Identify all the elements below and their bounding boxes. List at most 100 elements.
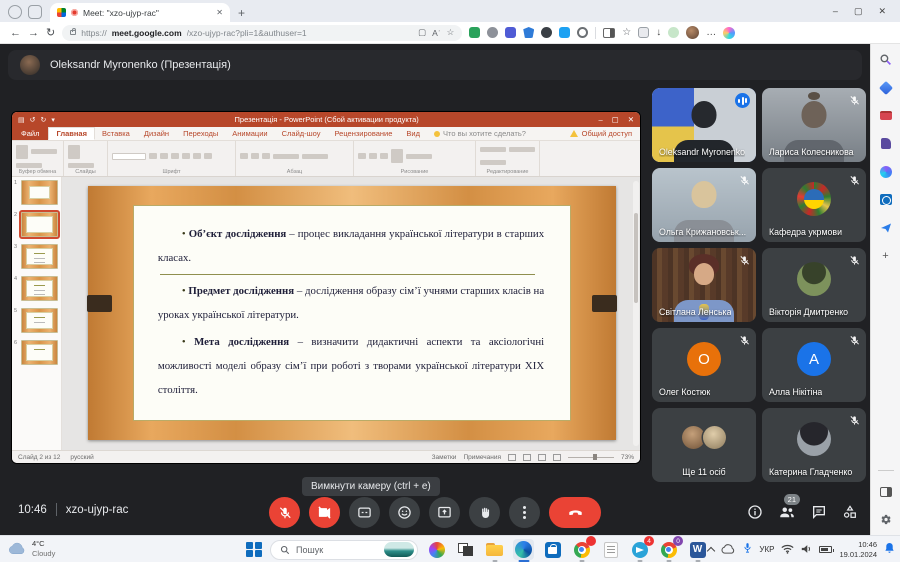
- sidebar-designer-icon[interactable]: [878, 164, 893, 179]
- maximize-button[interactable]: ▢: [854, 6, 863, 17]
- tab-close-icon[interactable]: ✕: [216, 8, 223, 17]
- slide-thumbnail-selected[interactable]: 2: [14, 212, 59, 237]
- downloads-icon[interactable]: ↓: [656, 27, 661, 38]
- ppt-tab-review[interactable]: Рецензирование: [328, 127, 400, 140]
- zoom-level[interactable]: 73%: [621, 454, 634, 461]
- photos-app-icon[interactable]: [426, 539, 447, 560]
- battery-icon[interactable]: [819, 546, 832, 553]
- participant-tile-kateryna[interactable]: Катерина Гладченко: [762, 408, 866, 482]
- participant-tile-oleksandr[interactable]: Oleksandr Myronenko: [652, 88, 756, 162]
- weather-widget[interactable]: 4°CCloudy: [8, 539, 55, 559]
- participant-tile-svitlana[interactable]: Світлана Ленська: [652, 248, 756, 322]
- mic-toggle-button[interactable]: [269, 497, 300, 528]
- volume-icon[interactable]: [801, 541, 812, 559]
- workspaces-icon[interactable]: [8, 5, 22, 19]
- browser-tab[interactable]: Meet: "xzo-ujyp-rac" ✕: [50, 3, 230, 22]
- ext-person-icon[interactable]: [541, 27, 552, 38]
- view-reading-icon[interactable]: [538, 454, 546, 461]
- ppt-quick-access-toolbar[interactable]: ▤ ↺ ↻ ▾: [18, 116, 55, 124]
- sidebar-drop-icon[interactable]: [878, 220, 893, 235]
- new-tab-button[interactable]: +: [238, 6, 245, 20]
- ppt-tell-me[interactable]: Что вы хотите сделать?: [427, 127, 533, 140]
- ribbon-group-clipboard[interactable]: Буфер обмена: [12, 141, 64, 176]
- file-explorer-icon[interactable]: [484, 539, 505, 560]
- settings-gear-icon[interactable]: [878, 512, 893, 527]
- chrome-alt-app-icon[interactable]: 0: [658, 539, 679, 560]
- view-normal-icon[interactable]: [508, 454, 516, 461]
- language-indicator[interactable]: УКР: [759, 545, 774, 554]
- media-control-icon[interactable]: ▢: [418, 27, 426, 38]
- ext-download-icon[interactable]: [469, 27, 480, 38]
- tray-overflow-icon[interactable]: [707, 547, 715, 555]
- sidebar-games-icon[interactable]: [878, 136, 893, 151]
- zoom-slider[interactable]: [568, 457, 614, 458]
- ppt-tab-slideshow[interactable]: Слайд-шоу: [275, 127, 328, 140]
- address-bar[interactable]: https://meet.google.com/xzo-ujyp-rac?pli…: [62, 25, 462, 41]
- onedrive-cloud-icon[interactable]: [721, 541, 736, 559]
- tray-clock[interactable]: 10:4619.01.2024: [839, 540, 877, 559]
- start-button[interactable]: [246, 542, 262, 558]
- ext-circle-icon[interactable]: [577, 27, 588, 38]
- ppt-close-button[interactable]: ✕: [628, 115, 634, 124]
- sidebar-search-icon[interactable]: [878, 52, 893, 67]
- ribbon-group-slides[interactable]: Слайды: [64, 141, 108, 176]
- chrome-app-icon[interactable]: [571, 539, 592, 560]
- edge-app-icon[interactable]: [513, 539, 534, 560]
- powerpoint-window[interactable]: ▤ ↺ ↻ ▾ Презентація - PowerPoint (Сбой а…: [12, 112, 640, 463]
- collections-icon[interactable]: [638, 27, 649, 38]
- ppt-tab-design[interactable]: Дизайн: [137, 127, 176, 140]
- ppt-tab-insert[interactable]: Вставка: [95, 127, 137, 140]
- ribbon-group-paragraph[interactable]: Абзац: [236, 141, 354, 176]
- ext-shield-icon[interactable]: [523, 27, 534, 38]
- profile-avatar[interactable]: [686, 26, 699, 39]
- task-view-button[interactable]: [455, 539, 476, 560]
- notes-button[interactable]: Заметки: [432, 454, 457, 461]
- forward-button[interactable]: →: [28, 27, 39, 39]
- reload-button[interactable]: ↻: [46, 26, 55, 39]
- ppt-scrollbar[interactable]: [633, 181, 639, 446]
- ppt-tab-home[interactable]: Главная: [48, 127, 95, 140]
- back-button[interactable]: ←: [10, 27, 21, 39]
- taskbar-search[interactable]: Пошук: [270, 540, 418, 560]
- ribbon-group-drawing[interactable]: Рисование: [354, 141, 476, 176]
- sidebar-add-button[interactable]: +: [878, 248, 893, 263]
- participant-tile-olha[interactable]: Ольга Крижановськ...: [652, 168, 756, 242]
- participant-tile-larysa[interactable]: Лариса Колесникова: [762, 88, 866, 162]
- view-slideshow-icon[interactable]: [553, 454, 561, 461]
- word-app-icon[interactable]: W: [687, 539, 708, 560]
- sidebar-outlook-icon[interactable]: [878, 192, 893, 207]
- browser-essentials-icon[interactable]: [668, 27, 679, 38]
- participant-tile-more-people[interactable]: Ще 11 осіб: [652, 408, 756, 482]
- split-screen-icon[interactable]: [603, 28, 615, 38]
- copilot-icon[interactable]: [723, 27, 735, 39]
- tab-actions-icon[interactable]: [28, 5, 42, 19]
- meeting-details-button[interactable]: [747, 504, 763, 525]
- ext-asterisk-icon[interactable]: [487, 27, 498, 38]
- reactions-button[interactable]: [389, 497, 420, 528]
- ext-square-icon[interactable]: [559, 27, 570, 38]
- sidebar-panel-icon[interactable]: [878, 484, 893, 499]
- slide-thumbnail[interactable]: 1: [14, 180, 59, 205]
- participant-tile-kafedra[interactable]: Кафедра укрмови: [762, 168, 866, 242]
- chat-button[interactable]: [811, 504, 827, 525]
- participants-button[interactable]: 21: [778, 503, 796, 526]
- ppt-tab-animations[interactable]: Анимации: [225, 127, 274, 140]
- ppt-maximize-button[interactable]: ▢: [612, 115, 619, 124]
- store-app-icon[interactable]: [542, 539, 563, 560]
- comments-button[interactable]: Примечания: [463, 454, 501, 461]
- minimize-button[interactable]: –: [833, 6, 838, 16]
- present-button[interactable]: [429, 497, 460, 528]
- view-sorter-icon[interactable]: [523, 454, 531, 461]
- more-menu-icon[interactable]: …: [706, 27, 716, 38]
- more-options-button[interactable]: [509, 497, 540, 528]
- wifi-icon[interactable]: [781, 541, 794, 559]
- ppt-tab-view[interactable]: Вид: [399, 127, 427, 140]
- ppt-tab-transitions[interactable]: Переходы: [176, 127, 225, 140]
- camera-toggle-button[interactable]: [309, 497, 340, 528]
- participant-tile-alla[interactable]: А Алла Нікітіна: [762, 328, 866, 402]
- ppt-tab-file[interactable]: Файл: [12, 127, 48, 140]
- activities-button[interactable]: [842, 504, 858, 525]
- ribbon-group-font[interactable]: Шрифт: [108, 141, 236, 176]
- slide-thumbnail[interactable]: 6: [14, 340, 59, 365]
- ribbon-group-editing[interactable]: Редактирование: [476, 141, 540, 176]
